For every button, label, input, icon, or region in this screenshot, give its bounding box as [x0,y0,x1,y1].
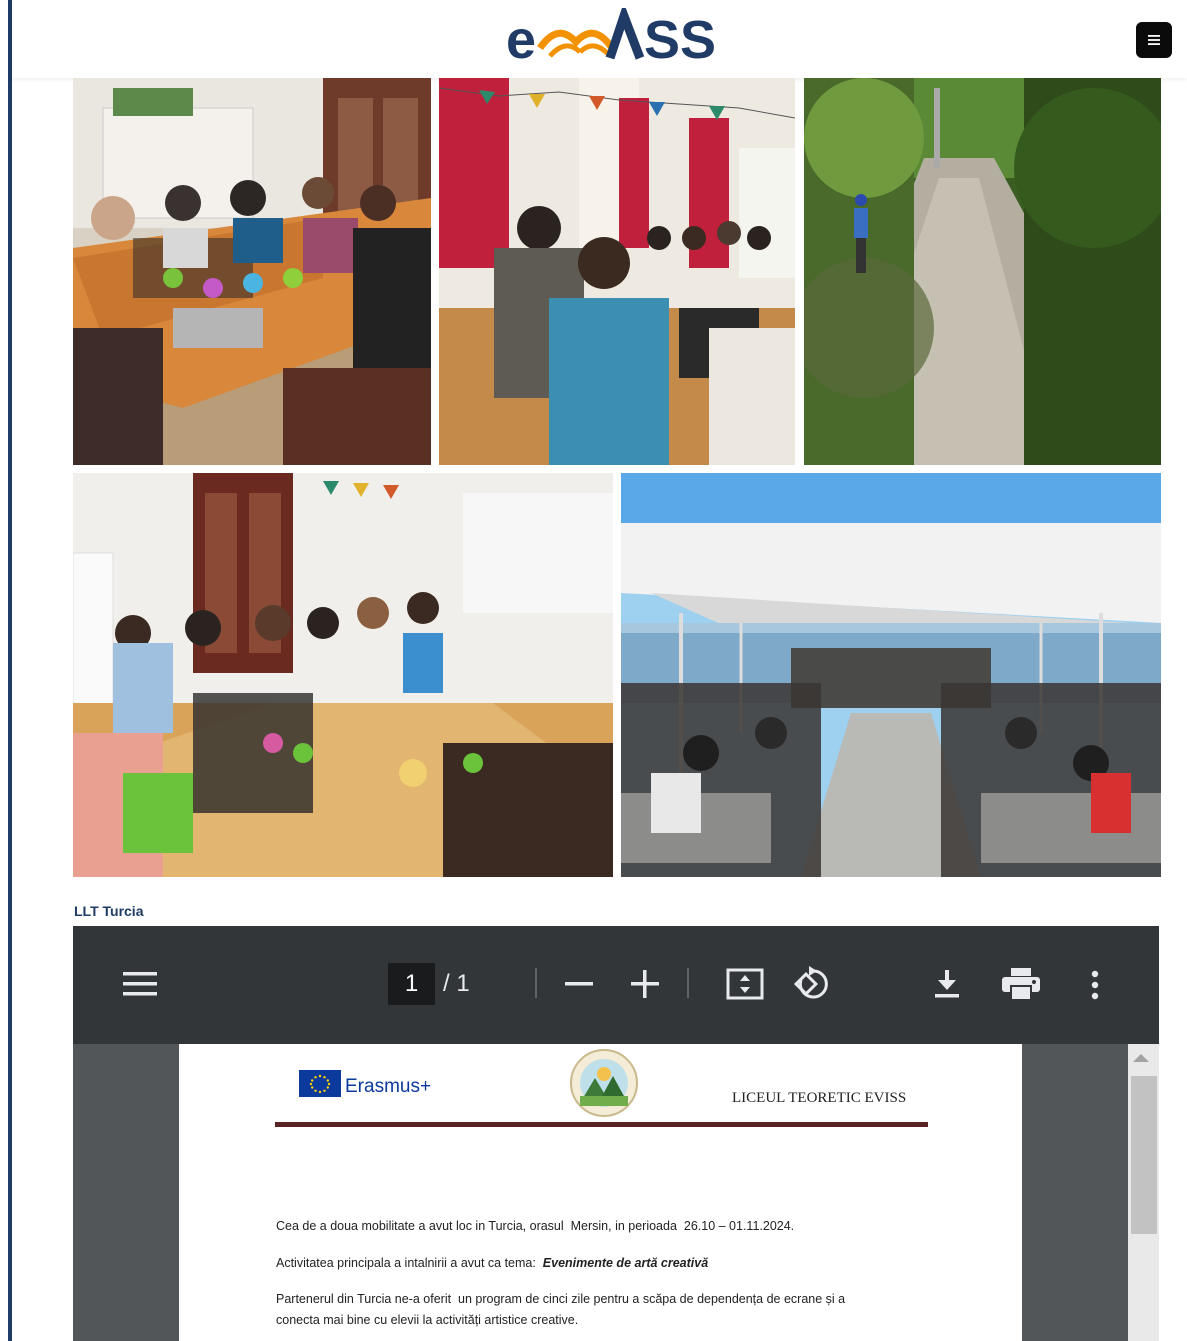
hamburger-icon[interactable] [123,970,157,998]
menu-icon [1148,35,1160,45]
gallery-photo-meeting-3[interactable] [73,473,613,877]
school-name: LICEUL TEORETIC EVISS [732,1090,907,1106]
doc-theme: Evenimente de artă creativă [542,1256,709,1270]
fit-page-icon[interactable] [726,968,764,1000]
pdf-scroll-thumb[interactable] [1131,1076,1157,1234]
toolbar-divider [535,968,537,998]
gallery-photo-ferry[interactable] [621,473,1161,877]
gallery-photo-meeting-1[interactable] [73,78,431,465]
more-vert-icon[interactable] [1091,970,1099,1000]
download-icon[interactable] [933,970,961,1000]
print-icon[interactable] [1002,968,1040,1000]
eviss-logo[interactable]: e SS [506,2,736,70]
doc-paragraph-3-line-2: conecta mai bine cu elevii la activități… [276,1313,579,1327]
menu-button[interactable] [1136,22,1172,58]
doc-paragraph-2-prefix: Activitatea principala a intalnirii a av… [276,1256,543,1270]
svg-text:e: e [506,10,536,70]
header-rule [275,1122,928,1127]
left-accent-rule [8,0,12,1341]
doc-paragraph-1: Cea de a doua mobilitate a avut loc in T… [276,1219,795,1233]
gallery-photo-meeting-2[interactable] [439,78,795,465]
scroll-up-icon[interactable] [1133,1054,1149,1062]
gallery-photo-forest-path[interactable] [804,78,1161,465]
pdf-page: Erasmus+ LICEUL TEORETIC EVISS Cea de a … [179,1044,1022,1341]
toolbar-divider [687,968,689,998]
doc-paragraph-2: Activitatea principala a intalnirii a av… [276,1253,708,1274]
svg-text:SS: SS [644,10,716,70]
school-seal-icon [570,1049,638,1117]
section-caption: LLT Turcia [74,903,144,919]
erasmus-label: Erasmus+ [345,1076,432,1097]
page-number-input[interactable]: 1 [388,963,435,1005]
eu-flag-icon [299,1070,341,1097]
minus-icon[interactable] [565,981,593,987]
plus-icon[interactable] [631,970,659,998]
pdf-toolbar: 1 / 1 [73,926,1159,1044]
site-header: e SS [12,0,1187,78]
rotate-icon[interactable] [793,966,831,1002]
doc-paragraph-3-line-1: Partenerul din Turcia ne-a oferit un pro… [276,1292,846,1306]
pdf-viewer[interactable]: 1 / 1 Erasmus+ LICEUL TEORETIC EVISS Cea… [73,926,1159,1341]
page-total-label: / 1 [443,970,470,997]
